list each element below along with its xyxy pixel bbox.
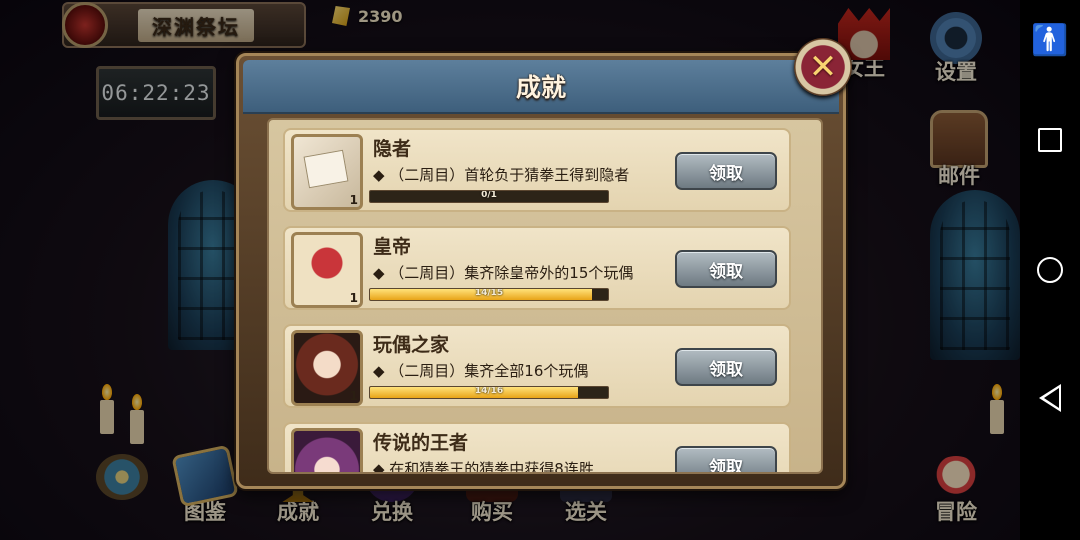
close-icon: ✕ xyxy=(808,47,838,87)
claim-button[interactable]: 领取 xyxy=(675,250,777,288)
claim-button[interactable]: 领取 xyxy=(675,348,777,386)
doll-house-icon: 1 xyxy=(291,330,363,406)
achievement-desc: ◆ 在和猜拳王的猜拳中获得8连胜 xyxy=(373,460,594,474)
back-icon[interactable] xyxy=(1039,384,1061,412)
progress-bar: 14/15 xyxy=(369,288,609,301)
progress-bar: 14/16 xyxy=(369,386,609,399)
achievement-list-panel: 1 隐者 ◆ （二周目）首轮负于猜拳王得到隐者 0/1 领取 1 皇帝 ◆ （二… xyxy=(267,118,823,474)
dialog-header: 成就 xyxy=(243,60,839,114)
achievement-title: 皇帝 xyxy=(373,236,412,258)
achievement-row: 1 皇帝 ◆ （二周目）集齐除皇帝外的15个玩偶 14/15 领取 xyxy=(283,226,791,310)
recents-icon[interactable] xyxy=(1038,128,1062,152)
close-button[interactable]: ✕ xyxy=(794,38,852,96)
achievement-row: 传说的王者 ◆ 在和猜拳王的猜拳中获得8连胜 领取 xyxy=(283,422,791,474)
claim-button[interactable]: 领取 xyxy=(675,152,777,190)
achievement-desc: ◆ （二周目）集齐全部16个玩偶 xyxy=(373,362,589,380)
home-icon[interactable] xyxy=(1037,257,1063,283)
achievement-dialog: 成就 1 隐者 ◆ （二周目）首轮负于猜拳王得到隐者 0/1 领取 1 皇帝 ◆… xyxy=(236,53,846,489)
dialog-title: 成就 xyxy=(515,73,566,102)
progress-bar: 0/1 xyxy=(369,190,609,203)
achievement-row: 1 隐者 ◆ （二周目）首轮负于猜拳王得到隐者 0/1 领取 xyxy=(283,128,791,212)
reward-count: 1 xyxy=(349,389,358,403)
claim-button[interactable]: 领取 xyxy=(675,446,777,474)
reward-count: 1 xyxy=(349,193,358,207)
emperor-doll-icon: 1 xyxy=(291,232,363,308)
progress-text: 14/15 xyxy=(474,288,504,298)
claim-label: 领取 xyxy=(709,261,743,282)
progress-text: 14/16 xyxy=(474,386,504,396)
achievement-title: 隐者 xyxy=(373,138,412,160)
achievement-row: 1 玩偶之家 ◆ （二周目）集齐全部16个玩偶 14/16 领取 xyxy=(283,324,791,408)
achievement-title: 玩偶之家 xyxy=(373,334,450,356)
reward-count: 1 xyxy=(349,291,358,305)
accessibility-icon[interactable]: 🚹 xyxy=(1031,26,1068,56)
achievement-list[interactable]: 1 隐者 ◆ （二周目）首轮负于猜拳王得到隐者 0/1 领取 1 皇帝 ◆ （二… xyxy=(283,128,791,474)
hermit-card-icon: 1 xyxy=(291,134,363,210)
progress-text: 0/1 xyxy=(481,190,497,200)
legend-king-icon xyxy=(291,428,363,472)
achievement-desc: ◆ （二周目）集齐除皇帝外的15个玩偶 xyxy=(373,264,634,282)
system-nav-bar: 🚹 xyxy=(1020,0,1080,540)
achievement-desc: ◆ （二周目）首轮负于猜拳王得到隐者 xyxy=(373,166,630,184)
claim-label: 领取 xyxy=(709,457,743,474)
achievement-title: 传说的王者 xyxy=(373,432,469,454)
claim-label: 领取 xyxy=(709,359,743,380)
claim-label: 领取 xyxy=(709,163,743,184)
